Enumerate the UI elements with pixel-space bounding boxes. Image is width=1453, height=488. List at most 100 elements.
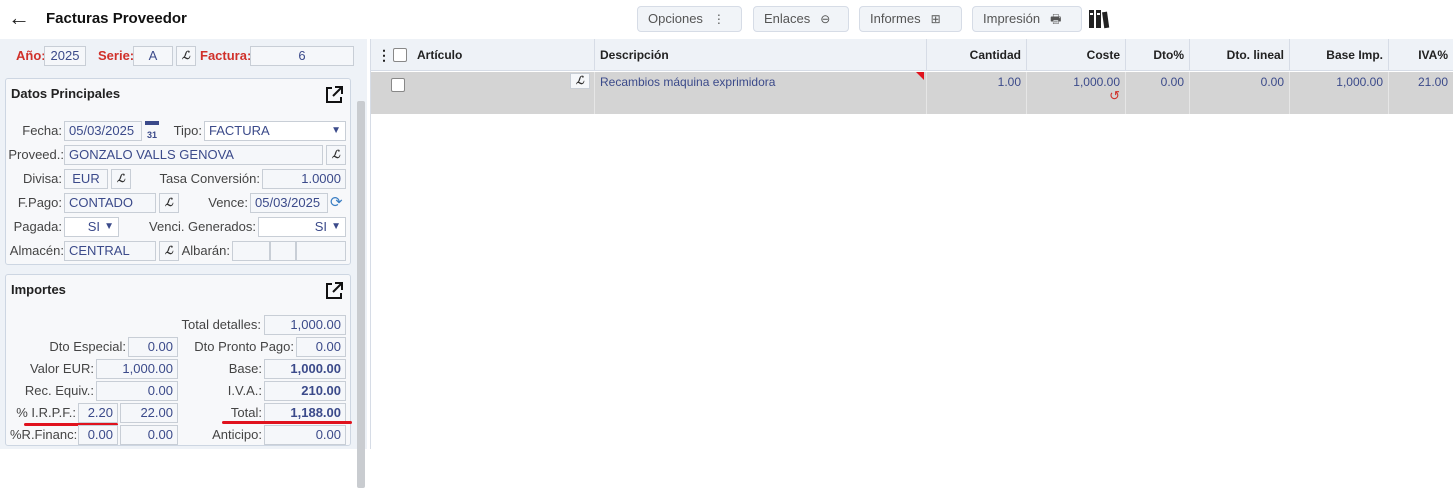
col-descripcion[interactable]: Descripción [595, 39, 927, 71]
tipo-value: FACTURA [209, 123, 270, 138]
links-button[interactable]: Enlaces ⊖ [753, 6, 849, 32]
irpf-pct-field[interactable]: 2.20 [78, 403, 118, 423]
history-icon[interactable]: ↺ [1032, 89, 1120, 103]
tipo-label: Tipo: [173, 123, 202, 138]
datos-title: Datos Principales [11, 86, 121, 101]
dto-especial-label: Dto Especial: [49, 339, 126, 354]
total-detalles-field[interactable]: 1,000.00 [264, 315, 346, 335]
almacen-label: Almacén: [9, 243, 64, 258]
back-arrow-icon[interactable]: ← [8, 6, 30, 30]
links-label: Enlaces [764, 11, 811, 26]
page-title: Facturas Proveedor [46, 10, 187, 27]
binders-icon[interactable] [1088, 9, 1110, 29]
year-label: Año: [16, 48, 46, 63]
lookup-icon[interactable]: ℒ [326, 145, 346, 165]
cell-articulo[interactable]: ℒ [412, 72, 595, 114]
albaran-field-3[interactable] [296, 241, 346, 261]
printer-icon: 🖶 [1050, 12, 1062, 26]
cell-dto-lineal[interactable]: 0.00 [1190, 72, 1290, 114]
lookup-icon[interactable]: ℒ [159, 193, 179, 213]
serie-label: Serie: [98, 48, 135, 63]
factura-label: Factura: [200, 48, 252, 63]
albaran-field-1[interactable] [232, 241, 270, 261]
cell-coste[interactable]: 1,000.00 ↺ [1027, 72, 1126, 114]
total-label: Total: [230, 405, 262, 420]
valor-eur-field[interactable]: 1,000.00 [96, 359, 178, 379]
options-button[interactable]: Opciones ⋮ [637, 6, 742, 32]
cell-coste-value: 1,000.00 [1073, 75, 1120, 89]
almacen-field[interactable]: CENTRAL [64, 241, 156, 261]
refresh-icon[interactable]: ⟳ [330, 193, 346, 211]
rec-equiv-label: Rec. Equiv.: [24, 383, 94, 398]
table-row[interactable]: ℒ Recambios máquina exprimidora 1.00 1,0… [371, 72, 1453, 114]
link-icon: ⊖ [820, 12, 831, 26]
col-iva[interactable]: IVA% [1389, 39, 1453, 71]
print-button[interactable]: Impresión 🖶 [972, 6, 1082, 32]
base-field[interactable]: 1,000.00 [264, 359, 346, 379]
cell-dto[interactable]: 0.00 [1126, 72, 1190, 114]
pagada-select[interactable]: SI ▼ [64, 217, 119, 237]
total-underline-annotation [222, 421, 352, 424]
dto-especial-field[interactable]: 0.00 [128, 337, 178, 357]
valor-eur-label: Valor EUR: [29, 361, 94, 376]
col-articulo[interactable]: Artículo [412, 39, 595, 71]
venci-select[interactable]: SI ▼ [258, 217, 346, 237]
pagada-value: SI [87, 219, 100, 234]
tasa-field[interactable]: 1.0000 [262, 169, 346, 189]
dto-pronto-field[interactable]: 0.00 [296, 337, 346, 357]
scrollbar[interactable] [357, 101, 365, 488]
rfinanc-value-field[interactable]: 0.00 [120, 425, 178, 445]
reports-button[interactable]: Informes ⊞ [859, 6, 962, 32]
iva-field[interactable]: 210.00 [264, 381, 346, 401]
cell-base-imp[interactable]: 1,000.00 [1290, 72, 1389, 114]
print-label: Impresión [983, 11, 1041, 26]
lookup-icon[interactable]: ℒ [111, 169, 131, 189]
col-base-imp[interactable]: Base Imp. [1290, 39, 1389, 71]
lookup-icon[interactable]: ℒ [570, 73, 590, 89]
anticipo-field[interactable]: 0.00 [264, 425, 346, 445]
rfinanc-pct-field[interactable]: 0.00 [78, 425, 118, 445]
divisa-field[interactable]: EUR [64, 169, 108, 189]
vence-label: Vence: [208, 195, 248, 210]
vertical-dots-icon: ⋮ [712, 12, 725, 26]
fpago-label: F.Pago: [17, 195, 62, 210]
albaran-field-2[interactable] [270, 241, 296, 261]
lookup-icon[interactable]: ℒ [176, 46, 196, 66]
col-coste[interactable]: Coste [1027, 39, 1126, 71]
col-cantidad[interactable]: Cantidad [927, 39, 1027, 71]
total-detalles-label: Total detalles: [181, 317, 262, 332]
albaran-label: Albarán: [181, 243, 230, 258]
options-label: Opciones [648, 11, 703, 26]
open-external-icon[interactable] [324, 85, 344, 105]
iva-label: I.V.A.: [227, 383, 262, 398]
irpf-value-field[interactable]: 22.00 [120, 403, 178, 423]
rec-equiv-field[interactable]: 0.00 [96, 381, 178, 401]
col-dto[interactable]: Dto% [1126, 39, 1190, 71]
row-checkbox[interactable] [391, 78, 405, 92]
column-menu-icon[interactable]: ⋮ [377, 47, 391, 64]
fpago-field[interactable]: CONTADO [64, 193, 156, 213]
proveed-field[interactable]: GONZALO VALLS GENOVA [64, 145, 323, 165]
detail-grid: ⋮ Artículo Descripción Cantidad Coste Dt… [370, 39, 1453, 449]
factura-field[interactable]: 6 [250, 46, 354, 66]
tipo-select[interactable]: FACTURA ▼ [204, 121, 346, 141]
serie-field[interactable]: A [133, 46, 173, 66]
fecha-field[interactable]: 05/03/2025 [64, 121, 142, 141]
calendar-icon[interactable]: 31 [145, 121, 159, 140]
anticipo-label: Anticipo: [212, 427, 262, 442]
select-all-checkbox[interactable] [393, 48, 407, 62]
left-panel: Año: 2025 Serie: A ℒ Factura: 6 Datos Pr… [0, 39, 367, 488]
pagada-label: Pagada: [13, 219, 62, 234]
cell-descripcion[interactable]: Recambios máquina exprimidora [595, 72, 927, 114]
open-external-icon[interactable] [324, 281, 344, 301]
venci-value: SI [314, 219, 327, 234]
dto-pronto-label: Dto Pronto Pago: [194, 339, 294, 354]
year-field[interactable]: 2025 [44, 46, 86, 66]
col-dto-lineal[interactable]: Dto. lineal [1190, 39, 1290, 71]
vence-field[interactable]: 05/03/2025 [250, 193, 328, 213]
cell-iva[interactable]: 21.00 [1389, 72, 1453, 114]
tasa-label: Tasa Conversión: [159, 171, 260, 186]
cell-cantidad[interactable]: 1.00 [927, 72, 1027, 114]
proveed-label: Proveed.: [8, 147, 64, 162]
total-field[interactable]: 1,188.00 [264, 403, 346, 423]
